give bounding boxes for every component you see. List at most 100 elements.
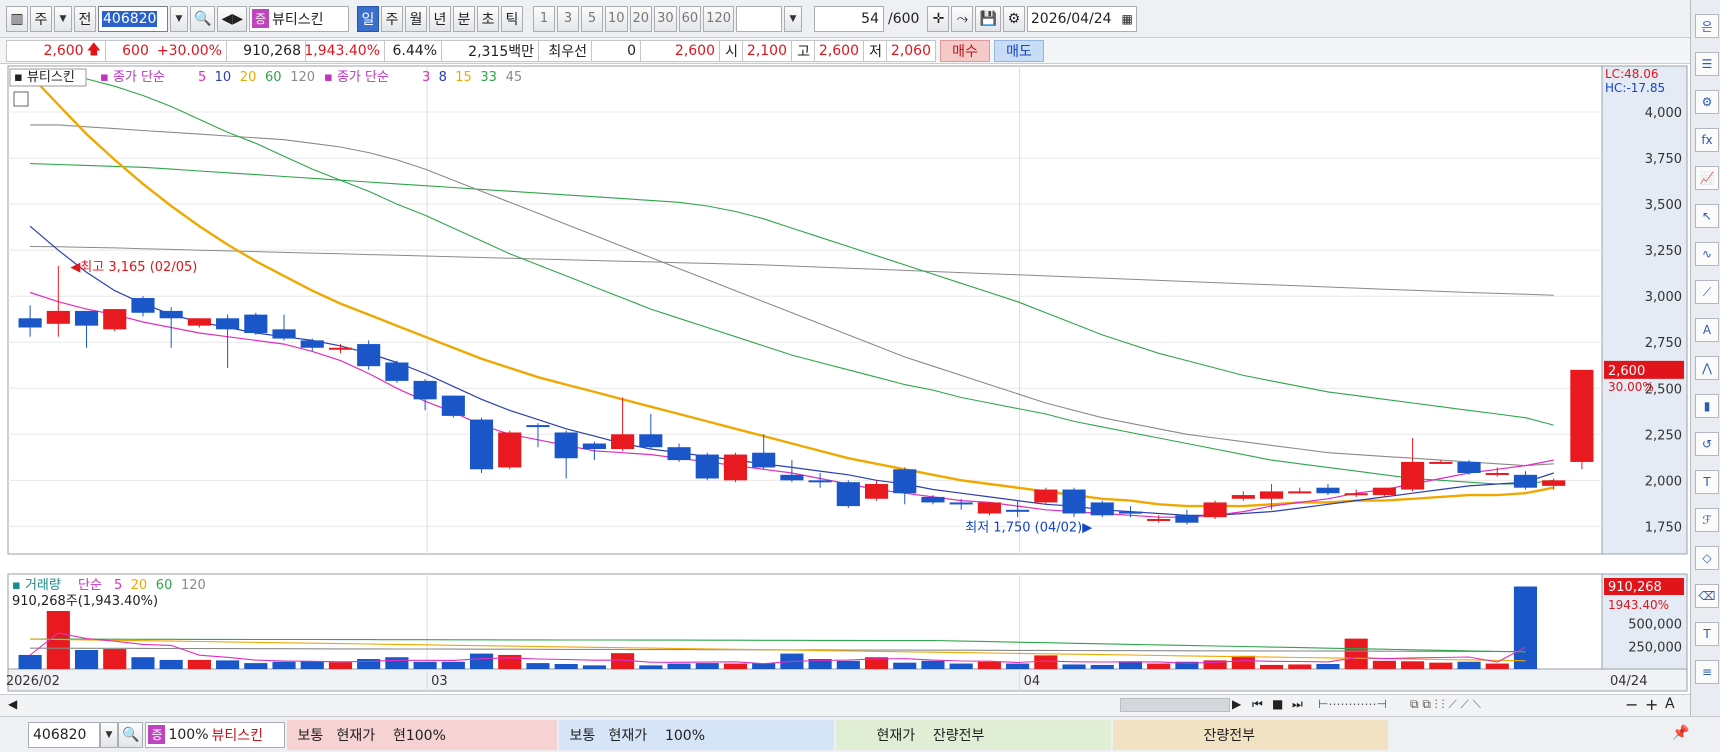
auto-icon[interactable]: A	[1695, 318, 1719, 342]
quote-bar: 2,600 🡅 600 +30.00% 910,268 1,943.40% 6.44…	[0, 38, 1690, 64]
low-value: 2,060	[886, 39, 936, 62]
bottom-code-input[interactable]: 406820	[28, 721, 100, 748]
order-panel-3[interactable]: 현재가 잔량전부	[836, 719, 1112, 750]
pin-icon[interactable]: 📌	[1672, 725, 1689, 741]
gear-icon[interactable]: ⚙	[1002, 5, 1025, 32]
candle-icon[interactable]: ▮	[1695, 394, 1719, 418]
volume-bar	[1401, 661, 1425, 669]
period-month-button[interactable]: 월	[404, 5, 427, 32]
interval-5-button[interactable]: 5	[580, 5, 603, 32]
zoom-out-icon[interactable]: −	[1625, 695, 1638, 714]
interval-60-button[interactable]: 60	[678, 5, 702, 32]
stock-code-input[interactable]: 406820	[98, 5, 168, 32]
trend-tool-icon[interactable]: ⤳	[951, 5, 974, 32]
date-input[interactable]: 2026/04/24 ▦	[1026, 5, 1137, 32]
zoom-slider-icon[interactable]: ⊢⋯⋯⋯⋯⊣	[1318, 697, 1387, 711]
cursor-icon[interactable]: ↖	[1695, 204, 1719, 228]
first-page-icon[interactable]: ⏮	[1252, 697, 1263, 712]
period-tick-button[interactable]: 틱	[500, 5, 523, 32]
volume-bar	[1316, 664, 1340, 669]
candle	[1457, 461, 1481, 473]
interval-20-button[interactable]: 20	[629, 5, 653, 32]
price-tick-label: 3,000	[1645, 290, 1682, 305]
scroll-left-icon[interactable]: ◀	[8, 697, 17, 711]
indicator-icon[interactable]: 은	[1695, 14, 1719, 38]
buy-button[interactable]: 매수	[940, 39, 990, 62]
prev-button[interactable]: 전	[74, 5, 96, 32]
text-icon[interactable]: T	[1695, 470, 1719, 494]
save-icon[interactable]: 💾	[975, 5, 1001, 32]
custom-interval-input[interactable]	[736, 5, 782, 32]
order-panel-2[interactable]: 보통 현재가 100%	[559, 719, 835, 750]
menu-icon[interactable]: ≡	[1695, 660, 1719, 684]
bottom-code-dropdown-icon[interactable]: ▼	[100, 721, 118, 748]
volume-bar	[1288, 664, 1312, 669]
chevron-down-icon[interactable]: ▼	[54, 5, 72, 32]
bottom-stock-name[interactable]: 증 100% 뷰티스킨	[145, 721, 286, 748]
scroll-thumb[interactable]	[1120, 698, 1230, 712]
calendar-icon[interactable]: ▦	[1122, 12, 1133, 26]
bottom-search-icon[interactable]: 🔍	[118, 721, 144, 748]
candle	[498, 432, 522, 468]
order-panel-1[interactable]: 보통 현재가 현100%	[287, 719, 558, 750]
horizontal-scrollbar[interactable]: ◀ ▶ ⏮ ■ ⏭ ⊢⋯⋯⋯⋯⊣ ⧉ ⧉ ⫶ ⫶ ⟋ ⟋ ⟍ − + A	[0, 694, 1690, 716]
legend-ma1-period: 10	[215, 70, 232, 85]
cross-tool-icon[interactable]: ✛	[927, 5, 950, 32]
period-second-button[interactable]: 초	[476, 5, 499, 32]
candle	[808, 480, 832, 483]
interval-1-button[interactable]: 1	[532, 5, 555, 32]
open-value: 2,100	[742, 39, 792, 62]
week-select[interactable]: 주	[30, 5, 52, 32]
chart-area[interactable]: 1,750 2,000 2,250 2,500 2,750 3,000 3,250 3,500…	[0, 64, 1690, 694]
auto-scale-icon[interactable]: A	[1665, 696, 1675, 712]
code-dropdown-icon[interactable]: ▼	[170, 5, 188, 32]
list-icon[interactable]: ☰	[1695, 52, 1719, 76]
formula-icon[interactable]: fx	[1695, 128, 1719, 152]
period-day-button[interactable]: 일	[356, 5, 379, 32]
eraser-icon[interactable]: ◇	[1695, 546, 1719, 570]
volume-bar	[1147, 663, 1171, 669]
bar-count-total: /600	[888, 10, 920, 27]
speaker-icon[interactable]: ◀▶	[217, 5, 247, 32]
sell-button[interactable]: 매도	[994, 39, 1044, 62]
stock-name-box[interactable]: 증 뷰티스킨	[248, 5, 349, 32]
line-chart-icon[interactable]: 📈	[1695, 166, 1719, 190]
order-panel-4[interactable]: 잔량전부	[1113, 719, 1389, 750]
volume-readout: 910,268주(1,943.40%)	[12, 594, 158, 609]
curve-icon[interactable]: ↺	[1695, 432, 1719, 456]
zigzag-icon[interactable]: ⋀	[1695, 356, 1719, 380]
volume-bar	[498, 654, 522, 669]
wave-icon[interactable]: ∿	[1695, 242, 1719, 266]
type-icon[interactable]: T	[1695, 622, 1719, 646]
next-page-icon[interactable]: ⏭	[1292, 697, 1303, 712]
zoom-in-icon[interactable]: +	[1645, 695, 1658, 714]
candle	[1316, 487, 1340, 494]
interval-10-button[interactable]: 10	[604, 5, 628, 32]
low-label: 저	[863, 39, 887, 62]
volume-bar	[949, 663, 973, 669]
interval-dropdown-icon[interactable]: ▼	[784, 5, 802, 32]
period-minute-button[interactable]: 분	[452, 5, 475, 32]
candle	[1147, 519, 1171, 522]
period-year-button[interactable]: 년	[428, 5, 451, 32]
candle	[667, 447, 691, 461]
fibonacci-icon[interactable]: ℱ	[1695, 508, 1719, 532]
stop-icon[interactable]: ■	[1272, 697, 1283, 711]
price-chart-svg[interactable]: 1,7502,0002,2502,5002,7503,0003,2503,500…	[0, 64, 1690, 694]
interval-30-button[interactable]: 30	[654, 5, 677, 32]
period-week-button[interactable]: 주	[380, 5, 403, 32]
scroll-right-icon[interactable]: ▶	[1232, 697, 1241, 711]
volume-bar	[1372, 660, 1396, 669]
settings-icon[interactable]: ⚙	[1695, 90, 1719, 114]
candle	[752, 452, 776, 468]
open-label: 시	[719, 39, 743, 62]
interval-3-button[interactable]: 3	[556, 5, 579, 32]
trendline-icon[interactable]: ⟋	[1695, 280, 1719, 304]
bar-count-input[interactable]: 54	[814, 5, 884, 32]
search-icon[interactable]: 🔍	[190, 5, 216, 32]
panel-toggle-icon[interactable]: ▥	[6, 5, 28, 32]
interval-120-button[interactable]: 120	[703, 5, 734, 32]
candle	[1542, 480, 1566, 486]
layout-tools-icon[interactable]: ⧉ ⧉ ⫶ ⫶ ⟋ ⟋ ⟍	[1410, 697, 1481, 712]
erase-all-icon[interactable]: ⌫	[1695, 584, 1719, 608]
